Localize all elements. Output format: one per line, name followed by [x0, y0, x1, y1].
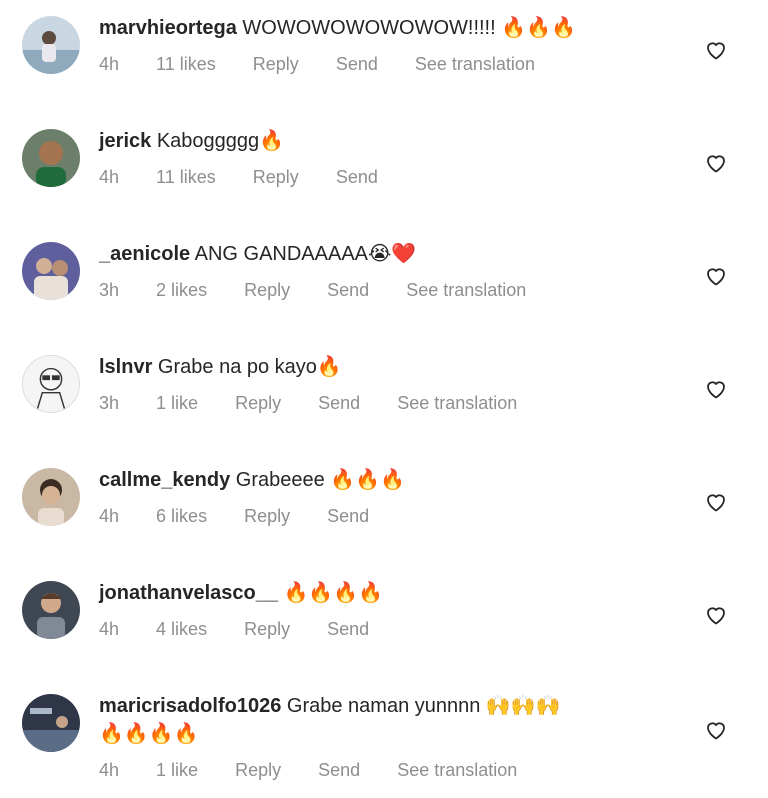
see-translation-button[interactable]: See translation [406, 280, 526, 301]
comment-time[interactable]: 4h [99, 167, 119, 188]
comment-meta: 4h 1 like Reply Send See translation [99, 760, 517, 781]
comment-likes[interactable]: 11 likes [156, 167, 216, 188]
avatar[interactable] [22, 581, 80, 639]
comment-username[interactable]: maricrisadolfo1026 [99, 695, 281, 717]
avatar[interactable] [22, 16, 80, 74]
comment-likes[interactable]: 6 likes [156, 506, 207, 527]
comment-text-line: 🔥🔥🔥🔥 [99, 720, 688, 748]
reply-button[interactable]: Reply [253, 54, 299, 75]
comment-username[interactable]: jonathanvelasco__ [99, 582, 278, 604]
comment-text-line: _aenicole ANG GANDAAAAA😭❤️ [99, 240, 688, 268]
heart-outline-icon[interactable] [704, 377, 728, 401]
comment-time[interactable]: 3h [99, 393, 119, 414]
send-button[interactable]: Send [318, 760, 360, 781]
avatar[interactable] [22, 129, 80, 187]
comment-username[interactable]: marvhieortega [99, 17, 237, 39]
comment-text-line: jerick Kaboggggg🔥 [99, 127, 688, 155]
comment-text: Grabe naman yunnnn 🙌🙌🙌 [286, 695, 561, 717]
comment-likes[interactable]: 1 like [156, 760, 198, 781]
send-button[interactable]: Send [336, 167, 378, 188]
send-button[interactable]: Send [327, 619, 369, 640]
send-button[interactable]: Send [318, 393, 360, 414]
reply-button[interactable]: Reply [244, 280, 290, 301]
comment-text-continued: 🔥🔥🔥🔥 [99, 723, 199, 745]
comment-text-line: lslnvr Grabe na po kayo🔥 [99, 353, 688, 381]
comment-username[interactable]: lslnvr [99, 356, 152, 378]
heart-outline-icon[interactable] [704, 490, 728, 514]
comment-likes[interactable]: 1 like [156, 393, 198, 414]
comment-time[interactable]: 4h [99, 54, 119, 75]
send-button[interactable]: Send [336, 54, 378, 75]
comment-time[interactable]: 4h [99, 760, 119, 781]
comment-meta: 4h 11 likes Reply Send See translation [99, 54, 535, 75]
see-translation-button[interactable]: See translation [397, 760, 517, 781]
comment-likes[interactable]: 4 likes [156, 619, 207, 640]
heart-outline-icon[interactable] [704, 718, 728, 742]
comment-likes[interactable]: 11 likes [156, 54, 216, 75]
comment-text: 🔥🔥🔥🔥 [283, 582, 384, 604]
comment-username[interactable]: callme_kendy [99, 469, 230, 491]
comment-time[interactable]: 4h [99, 506, 119, 527]
comment-text: Grabe na po kayo🔥 [157, 356, 342, 378]
comment-text-line: maricrisadolfo1026 Grabe naman yunnnn 🙌🙌… [99, 692, 688, 720]
comment-text: Kaboggggg🔥 [156, 130, 285, 152]
comment-meta: 3h 2 likes Reply Send See translation [99, 280, 526, 301]
see-translation-button[interactable]: See translation [415, 54, 535, 75]
comment-text: Grabeeee 🔥🔥🔥 [235, 469, 405, 491]
comment-text-line: jonathanvelasco__ 🔥🔥🔥🔥 [99, 579, 688, 607]
comment-meta: 4h 4 likes Reply Send [99, 619, 401, 640]
reply-button[interactable]: Reply [235, 393, 281, 414]
comment-meta: 4h 6 likes Reply Send [99, 506, 401, 527]
heart-outline-icon[interactable] [704, 151, 728, 175]
send-button[interactable]: Send [327, 280, 369, 301]
comment-text-line: callme_kendy Grabeeee 🔥🔥🔥 [99, 466, 688, 494]
avatar[interactable] [22, 468, 80, 526]
avatar[interactable] [22, 355, 80, 413]
avatar[interactable] [22, 694, 80, 752]
comment-text: WOWOWOWOWOWOW!!!!! 🔥🔥🔥 [242, 17, 576, 39]
comment-username[interactable]: jerick [99, 130, 151, 152]
reply-button[interactable]: Reply [244, 619, 290, 640]
send-button[interactable]: Send [327, 506, 369, 527]
comment-text-line: marvhieortega WOWOWOWOWOWOW!!!!! 🔥🔥🔥 [99, 14, 688, 42]
comment-text: ANG GANDAAAAA😭❤️ [194, 243, 417, 265]
reply-button[interactable]: Reply [235, 760, 281, 781]
see-translation-button[interactable]: See translation [397, 393, 517, 414]
comment-likes[interactable]: 2 likes [156, 280, 207, 301]
avatar[interactable] [22, 242, 80, 300]
comment-meta: 3h 1 like Reply Send See translation [99, 393, 517, 414]
heart-outline-icon[interactable] [704, 603, 728, 627]
reply-button[interactable]: Reply [244, 506, 290, 527]
comment-time[interactable]: 3h [99, 280, 119, 301]
reply-button[interactable]: Reply [253, 167, 299, 188]
heart-outline-icon[interactable] [704, 38, 728, 62]
comment-time[interactable]: 4h [99, 619, 119, 640]
comment-meta: 4h 11 likes Reply Send [99, 167, 410, 188]
heart-outline-icon[interactable] [704, 264, 728, 288]
comment-username[interactable]: _aenicole [99, 243, 190, 265]
